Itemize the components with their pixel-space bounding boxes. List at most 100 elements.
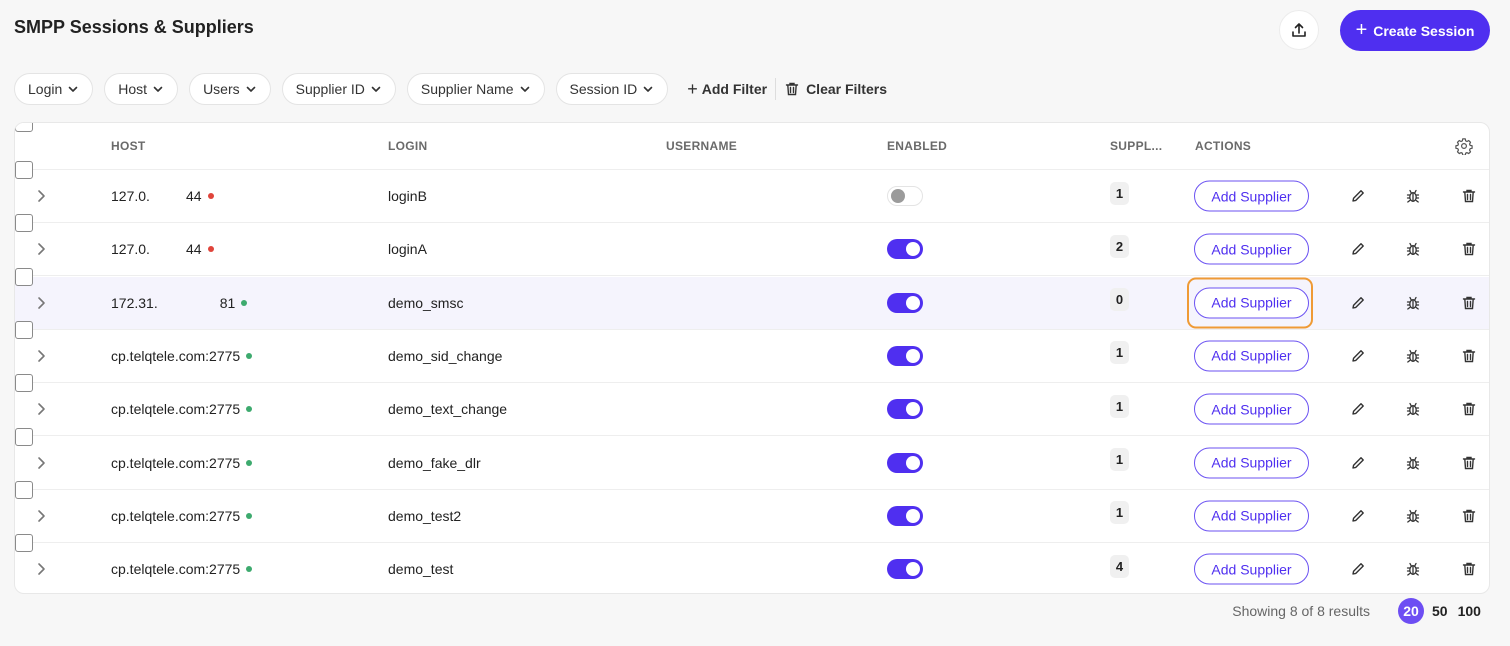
login-cell: demo_sid_change <box>388 347 503 364</box>
page-size-50[interactable]: 50 <box>1430 598 1450 624</box>
enabled-toggle[interactable] <box>887 239 923 260</box>
clear-filters-button[interactable]: Clear Filters <box>784 81 887 97</box>
expand-row-button[interactable] <box>33 543 49 593</box>
host-address: 127.0. <box>111 188 150 204</box>
expand-row-button[interactable] <box>33 383 49 435</box>
expand-row-button[interactable] <box>33 223 49 275</box>
row-checkbox[interactable] <box>15 267 33 286</box>
enabled-toggle[interactable] <box>887 559 923 580</box>
add-supplier-button[interactable]: Add Supplier <box>1194 500 1309 532</box>
row-checkbox[interactable] <box>15 480 33 499</box>
debug-button[interactable] <box>1403 506 1423 526</box>
delete-button[interactable] <box>1459 239 1479 259</box>
chevron-down-icon <box>153 86 163 92</box>
debug-button[interactable] <box>1403 346 1423 366</box>
filter-chip-users[interactable]: Users <box>189 73 271 105</box>
edit-button[interactable] <box>1348 453 1368 473</box>
create-session-button[interactable]: + Create Session <box>1340 10 1490 51</box>
expand-row-button[interactable] <box>33 330 49 382</box>
column-header-enabled[interactable]: ENABLED <box>887 123 947 169</box>
delete-button[interactable] <box>1459 453 1479 473</box>
enabled-toggle[interactable] <box>887 345 923 366</box>
column-header-login[interactable]: LOGIN <box>388 123 428 169</box>
row-checkbox[interactable] <box>15 534 33 553</box>
filter-chip-host[interactable]: Host <box>104 73 179 105</box>
trash-icon <box>1462 189 1476 203</box>
enabled-toggle-cell <box>887 490 923 542</box>
debug-button[interactable] <box>1403 239 1423 259</box>
filter-chip-label: Host <box>118 81 148 97</box>
add-supplier-button[interactable]: Add Supplier <box>1194 447 1309 478</box>
table-row: cp.telqtele.com:2775 demo_text_change 1 … <box>15 374 1489 437</box>
column-header-suppliers[interactable]: SUPPL... <box>1110 123 1162 169</box>
delete-button[interactable] <box>1459 559 1479 579</box>
enabled-toggle[interactable] <box>887 399 923 420</box>
filter-chip-supplier-id[interactable]: Supplier ID <box>281 73 396 105</box>
filter-chip-login[interactable]: Login <box>14 73 94 105</box>
supplier-count-badge: 2 <box>1110 234 1129 258</box>
edit-button[interactable] <box>1348 506 1368 526</box>
toggle-knob <box>906 348 920 363</box>
table-row: cp.telqtele.com:2775 demo_fake_dlr 1 Add… <box>15 427 1489 490</box>
delete-button[interactable] <box>1459 186 1479 206</box>
bug-icon <box>1406 243 1420 256</box>
suppliers-cell: 1 <box>1110 383 1129 435</box>
enabled-toggle[interactable] <box>887 186 923 206</box>
debug-button[interactable] <box>1403 399 1423 419</box>
expand-row-button[interactable] <box>33 490 49 542</box>
expand-row-button[interactable] <box>33 437 49 489</box>
add-supplier-button[interactable]: Add Supplier <box>1194 233 1309 265</box>
add-supplier-button[interactable]: Add Supplier <box>1194 180 1309 212</box>
row-checkbox[interactable] <box>15 374 33 393</box>
column-header-host[interactable]: HOST <box>111 123 146 169</box>
bug-icon <box>1406 189 1420 203</box>
status-dot-up <box>246 406 253 413</box>
delete-button[interactable] <box>1459 399 1479 419</box>
table-row: cp.telqtele.com:2775 demo_test2 1 Add Su… <box>15 480 1489 543</box>
login-cell: demo_test2 <box>388 507 462 524</box>
upload-icon <box>1292 23 1306 37</box>
chevron-right-icon <box>38 563 45 575</box>
filter-chip-supplier-name[interactable]: Supplier Name <box>406 73 545 105</box>
trash-icon <box>1462 296 1476 309</box>
edit-button[interactable] <box>1348 239 1368 259</box>
row-checkbox[interactable] <box>15 320 33 339</box>
debug-button[interactable] <box>1403 453 1423 473</box>
add-supplier-button[interactable]: Add Supplier <box>1194 553 1309 585</box>
column-header-username[interactable]: USERNAME <box>666 123 737 169</box>
enabled-toggle[interactable] <box>887 452 923 473</box>
row-checkbox[interactable] <box>15 161 33 179</box>
page-size-100[interactable]: 100 <box>1456 598 1483 624</box>
delete-button[interactable] <box>1459 293 1479 313</box>
enabled-toggle[interactable] <box>887 292 923 313</box>
edit-button[interactable] <box>1348 293 1368 313</box>
add-supplier-button[interactable]: Add Supplier <box>1194 340 1309 372</box>
edit-button[interactable] <box>1348 559 1368 579</box>
row-checkbox[interactable] <box>15 214 33 233</box>
toggle-knob <box>906 242 920 257</box>
debug-button[interactable] <box>1403 293 1423 313</box>
expand-row-button[interactable] <box>33 170 49 222</box>
edit-button[interactable] <box>1348 399 1368 419</box>
debug-button[interactable] <box>1403 559 1423 579</box>
toggle-knob <box>891 189 905 203</box>
column-settings-button[interactable] <box>1453 123 1475 169</box>
add-supplier-button[interactable]: Add Supplier <box>1194 287 1309 319</box>
delete-button[interactable] <box>1459 346 1479 366</box>
enabled-toggle[interactable] <box>887 505 923 526</box>
delete-button[interactable] <box>1459 506 1479 526</box>
add-filter-button[interactable]: + Add Filter <box>687 80 767 98</box>
upload-button[interactable] <box>1279 10 1319 50</box>
add-supplier-button[interactable]: Add Supplier <box>1194 393 1309 425</box>
select-all-checkbox[interactable] <box>15 123 33 132</box>
edit-button[interactable] <box>1348 346 1368 366</box>
table-header: HOST LOGIN USERNAME ENABLED SUPPL... ACT… <box>15 123 1489 170</box>
results-count: Showing 8 of 8 results <box>1232 603 1370 619</box>
expand-row-button[interactable] <box>33 277 49 329</box>
filter-chip-session-id[interactable]: Session ID <box>555 73 669 105</box>
page-size-20[interactable]: 20 <box>1398 598 1424 624</box>
table-row: 127.0. 44 loginB 1 Add Supplier <box>15 161 1489 223</box>
edit-button[interactable] <box>1348 186 1368 206</box>
debug-button[interactable] <box>1403 186 1423 206</box>
row-checkbox[interactable] <box>15 427 33 446</box>
